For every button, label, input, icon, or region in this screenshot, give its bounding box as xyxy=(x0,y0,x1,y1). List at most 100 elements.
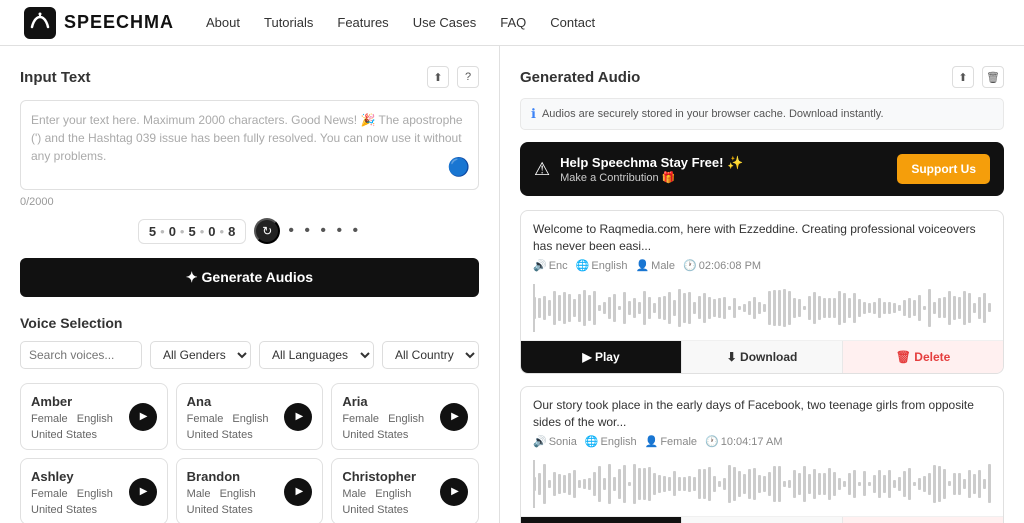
voice-play-aria[interactable] xyxy=(440,403,468,431)
voice-country: United States xyxy=(187,504,313,516)
speed-digit-2: 0 xyxy=(169,224,176,239)
speed-sep-3: • xyxy=(200,224,205,239)
promo-left: ⚠ Help Speechma Stay Free! ✨ Make a Cont… xyxy=(534,155,743,184)
download-button-2[interactable]: ⬇ Download xyxy=(681,517,843,523)
audio-actions-2: ▶ Play ⬇ Download 🗑 Delete xyxy=(521,516,1003,523)
voice-country: United States xyxy=(342,504,468,516)
voice-card-ana: Ana Female English United States xyxy=(176,383,324,450)
textarea-placeholder: Enter your text here. Maximum 2000 chara… xyxy=(31,113,463,163)
support-button[interactable]: Support Us xyxy=(897,154,990,184)
navbar: SPEECHMA About Tutorials Features Use Ca… xyxy=(0,0,1024,46)
voice-card-ashley: Ashley Female English United States xyxy=(20,458,168,523)
audio-text-2: Our story took place in the early days o… xyxy=(533,397,991,431)
audio-actions-1: ▶ Play ⬇ Download 🗑 Delete xyxy=(521,340,1003,373)
promo-banner: ⚠ Help Speechma Stay Free! ✨ Make a Cont… xyxy=(520,142,1004,196)
voice-country: United States xyxy=(187,429,313,441)
speed-dots: • • • • • xyxy=(288,222,361,240)
speed-sep-1: • xyxy=(160,224,165,239)
audio-info-2: Our story took place in the early days o… xyxy=(521,387,1003,456)
speed-refresh-button[interactable]: ↻ xyxy=(254,218,280,244)
download-all-icon[interactable]: ⬆ xyxy=(952,66,974,88)
play-button-1[interactable]: ▶ Play xyxy=(521,341,681,373)
speed-digit-1: 5 xyxy=(149,224,156,239)
voice-filters: All Genders All Languages All Country xyxy=(20,341,479,369)
nav-link-tutorials[interactable]: Tutorials xyxy=(264,15,313,30)
generated-audio-title: Generated Audio xyxy=(520,69,640,86)
voice-play-ana[interactable] xyxy=(284,403,312,431)
input-text-title: Input Text xyxy=(20,69,91,86)
speed-digit-4: 0 xyxy=(208,224,215,239)
voice-card-aria: Aria Female English United States xyxy=(331,383,479,450)
delete-all-icon[interactable]: 🗑 xyxy=(982,66,1004,88)
nav-link-contact[interactable]: Contact xyxy=(550,15,595,30)
voice-country: United States xyxy=(31,429,157,441)
info-bar: ℹ Audios are securely stored in your bro… xyxy=(520,98,1004,130)
generate-label: ✦ Generate Audios xyxy=(186,269,313,286)
right-panel: Generated Audio ⬆ 🗑 ℹ Audios are securel… xyxy=(500,46,1024,523)
audio-meta-2: 🔊 Sonia 🌐 English 👤 Female 🕐 10:04:17 AM xyxy=(533,435,991,450)
audio-card-2: Our story took place in the early days o… xyxy=(520,386,1004,523)
logo[interactable]: SPEECHMA xyxy=(24,7,174,39)
input-header-icons: ⬆ ? xyxy=(427,66,479,88)
audio-info-1: Welcome to Raqmedia.com, here with Ezzed… xyxy=(521,211,1003,280)
main-layout: Input Text ⬆ ? Enter your text here. Max… xyxy=(0,46,1024,523)
promo-text: Help Speechma Stay Free! ✨ Make a Contri… xyxy=(560,155,743,184)
gender-filter[interactable]: All Genders xyxy=(150,341,251,369)
upload-icon[interactable]: ⬆ xyxy=(427,66,449,88)
logo-text: SPEECHMA xyxy=(64,12,174,33)
textarea-emoji: 🔵 xyxy=(448,154,470,181)
left-panel: Input Text ⬆ ? Enter your text here. Max… xyxy=(0,46,500,523)
waveform-bars-1 xyxy=(533,284,991,332)
voice-search-input[interactable] xyxy=(20,341,142,369)
speed-digit-3: 5 xyxy=(188,224,195,239)
info-icon[interactable]: ? xyxy=(457,66,479,88)
audio-text-1: Welcome to Raqmedia.com, here with Ezzed… xyxy=(533,221,991,255)
voice-country: United States xyxy=(342,429,468,441)
audio-card-1: Welcome to Raqmedia.com, here with Ezzed… xyxy=(520,210,1004,374)
waveform-1 xyxy=(533,284,991,332)
voice-play-amber[interactable] xyxy=(129,403,157,431)
info-text: Audios are securely stored in your brows… xyxy=(542,108,884,120)
speed-sep-2: • xyxy=(180,224,185,239)
nav-link-faq[interactable]: FAQ xyxy=(500,15,526,30)
meta-lang-1: 🌐 English xyxy=(576,259,628,274)
generate-button[interactable]: ✦ Generate Audios xyxy=(20,258,479,297)
nav-link-features[interactable]: Features xyxy=(337,15,388,30)
speed-control: 5 • 0 • 5 • 0 • 8 ↻ • • • • • xyxy=(20,218,479,244)
meta-voice-2: 🔊 Sonia xyxy=(533,435,577,450)
country-filter[interactable]: All Country xyxy=(382,341,479,369)
delete-button-2[interactable]: 🗑 Delete xyxy=(843,517,1003,523)
speed-digit-5: 8 xyxy=(228,224,235,239)
voice-card-christopher: Christopher Male English United States xyxy=(331,458,479,523)
meta-time-2: 🕐 10:04:17 AM xyxy=(705,435,782,450)
waveform-2 xyxy=(533,460,991,508)
language-filter[interactable]: All Languages xyxy=(259,341,374,369)
delete-button-1[interactable]: 🗑 Delete xyxy=(843,341,1003,373)
audio-meta-1: 🔊 Enc 🌐 English 👤 Male 🕐 02:06:08 PM xyxy=(533,259,991,274)
voice-play-christopher[interactable] xyxy=(440,478,468,506)
info-circle-icon: ℹ xyxy=(531,106,536,122)
right-header-icons: ⬆ 🗑 xyxy=(952,66,1004,88)
voice-card-amber: Amber Female English United States xyxy=(20,383,168,450)
waveform-bars-2 xyxy=(533,460,991,508)
play-button-2[interactable]: ▶ Play xyxy=(521,517,681,523)
input-section-header: Input Text ⬆ ? xyxy=(20,66,479,88)
meta-time-1: 🕐 02:06:08 PM xyxy=(683,259,761,274)
promo-icon: ⚠ xyxy=(534,159,550,180)
voice-play-brandon[interactable] xyxy=(284,478,312,506)
promo-title: Help Speechma Stay Free! ✨ xyxy=(560,155,743,171)
right-header: Generated Audio ⬆ 🗑 xyxy=(520,66,1004,88)
promo-subtitle: Make a Contribution 🎁 xyxy=(560,171,743,184)
voice-grid: Amber Female English United States Ana F… xyxy=(20,383,479,523)
meta-gender-2: 👤 Female xyxy=(645,435,697,450)
voice-play-ashley[interactable] xyxy=(129,478,157,506)
nav-links: About Tutorials Features Use Cases FAQ C… xyxy=(206,15,595,30)
meta-gender-1: 👤 Male xyxy=(635,259,675,274)
speed-value-box: 5 • 0 • 5 • 0 • 8 xyxy=(138,219,246,244)
input-textarea-box: Enter your text here. Maximum 2000 chara… xyxy=(20,100,479,190)
nav-link-usecases[interactable]: Use Cases xyxy=(413,15,477,30)
download-button-1[interactable]: ⬇ Download xyxy=(681,341,843,373)
nav-link-about[interactable]: About xyxy=(206,15,240,30)
voice-country: United States xyxy=(31,504,157,516)
logo-icon xyxy=(24,7,56,39)
